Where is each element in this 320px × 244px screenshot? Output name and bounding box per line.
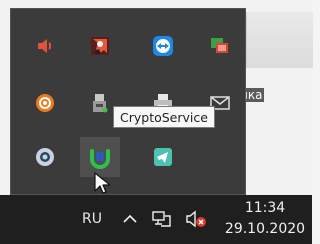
clock-time: 11:34 [244,200,286,216]
chevron-up-icon[interactable] [120,209,140,233]
volume-muted-icon[interactable] [184,209,210,233]
desktop-folder-icon[interactable] [246,12,313,68]
volume-app-icon[interactable] [25,26,65,66]
tray-overflow-panel [10,8,246,195]
network-icon[interactable] [150,209,172,233]
taskbar: RU 11:34 29.10.2020 [0,195,312,244]
language-indicator[interactable]: RU [80,195,104,244]
clock[interactable]: 11:34 29.10.2020 [220,195,310,244]
teamviewer-icon[interactable] [143,26,183,66]
avast-icon[interactable] [25,83,65,123]
remote-desktop-icon[interactable] [200,26,240,66]
cryptoservice-icon[interactable] [80,137,120,177]
telegram-icon[interactable] [143,137,183,177]
tooltip-cryptoservice: CryptoService [113,106,215,128]
clock-date: 29.10.2020 [224,221,306,237]
game-app-icon[interactable] [80,26,120,66]
steam-icon[interactable] [25,137,65,177]
